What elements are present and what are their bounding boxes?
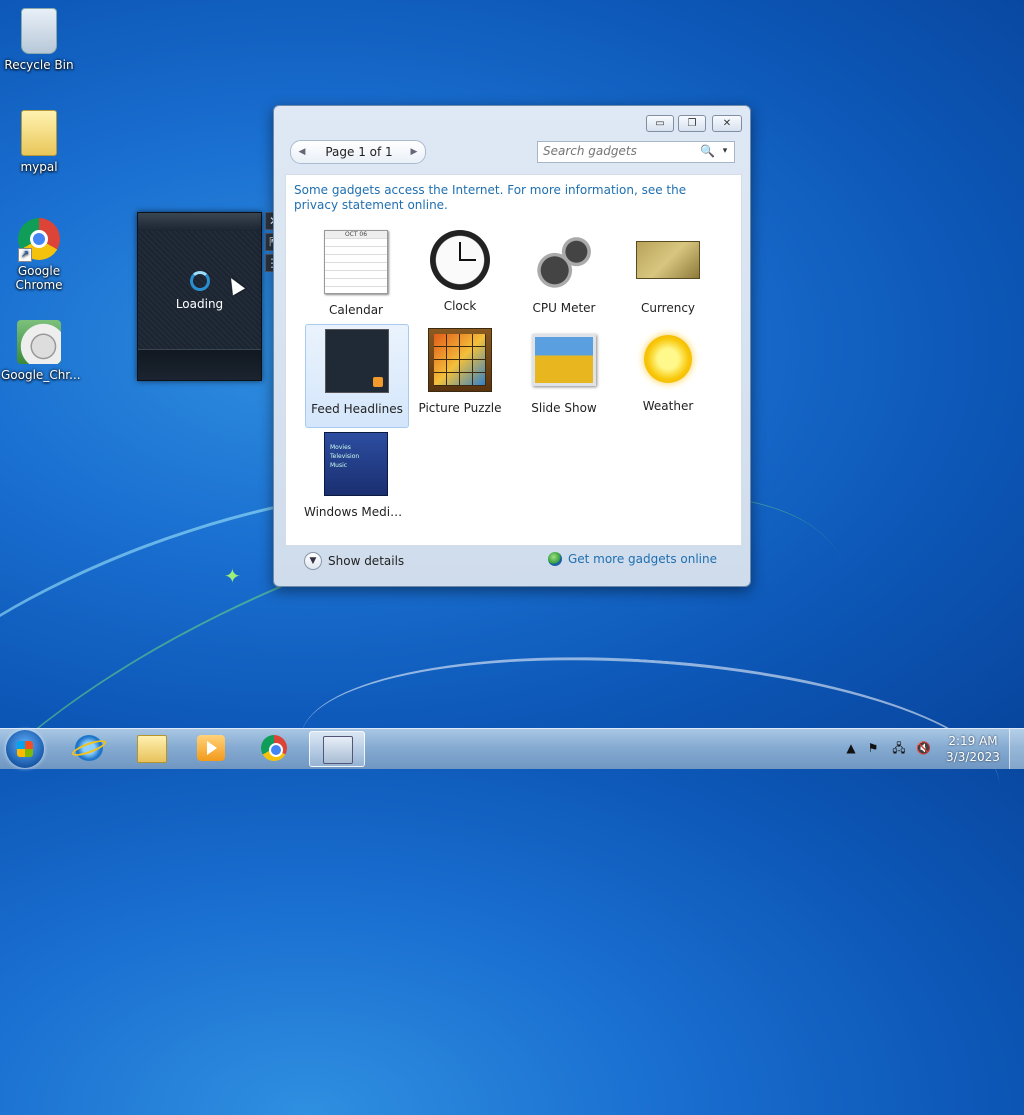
gadget-gallery-window: ▭ ❐ ✕ ◀ Page 1 of 1 ▶ 🔍 ▾ Some gadgets a… <box>273 105 751 587</box>
search-icon[interactable]: 🔍 <box>700 144 715 158</box>
desktop-icon-google-chrome[interactable]: ↗ Google Chrome <box>1 218 77 292</box>
installer-icon <box>17 320 61 364</box>
gadget-label: Clock <box>443 299 477 313</box>
close-button[interactable]: ✕ <box>712 115 742 132</box>
show-desktop-button[interactable] <box>1009 729 1024 769</box>
gadget-bottom-bar <box>138 349 261 380</box>
clock-date: 3/3/2023 <box>946 750 1000 764</box>
get-more-gadgets-link[interactable]: Get more gadgets online <box>547 552 717 566</box>
clock-thumbnail <box>430 230 490 290</box>
shortcut-arrow-icon: ↗ <box>18 248 32 262</box>
loading-gadget[interactable]: Loading <box>137 212 262 381</box>
desktop-icon-mypal[interactable]: mypal <box>1 110 77 174</box>
loading-spinner-icon <box>189 271 210 291</box>
gadget-windows-media-center[interactable]: Movies Television Music Windows Media... <box>304 428 408 532</box>
show-details-label: Show details <box>328 554 405 568</box>
gadget-label: Calendar <box>329 303 383 317</box>
desktop-icon-label: Google_Chr... <box>1 368 81 382</box>
minimize-button[interactable]: ▭ <box>646 115 674 132</box>
chrome-icon <box>261 735 287 761</box>
explorer-icon <box>137 735 167 763</box>
folder-icon <box>21 110 57 156</box>
restore-button[interactable]: ❐ <box>678 115 706 132</box>
gadget-cpu-meter[interactable]: CPU Meter <box>512 226 616 330</box>
calendar-thumbnail-header: OCT 06 <box>325 231 387 238</box>
currency-thumbnail <box>636 241 700 279</box>
search-dropdown-icon[interactable]: ▾ <box>719 144 731 158</box>
clock-time: 2:19 AM <box>948 734 998 748</box>
recycle-bin-icon <box>21 8 57 54</box>
gadget-slide-show[interactable]: Slide Show <box>512 324 616 428</box>
gadget-weather[interactable]: Weather <box>616 324 720 428</box>
desktop-icon-label: mypal <box>20 160 58 174</box>
taskbar-desktop-gadgets[interactable] <box>309 731 365 767</box>
gadget-top-bar <box>138 213 261 231</box>
get-more-gadgets-label: Get more gadgets online <box>567 552 717 566</box>
gadget-label: Weather <box>642 399 694 413</box>
desktop-icon-google-chrome-installer[interactable]: Google_Chr... <box>1 320 81 382</box>
picture-puzzle-thumbnail <box>428 328 492 392</box>
chrome-icon: ↗ <box>18 218 60 262</box>
gadget-label: Feed Headlines <box>311 402 403 416</box>
gadget-label: Currency <box>640 301 696 315</box>
loading-text: Loading <box>175 297 224 311</box>
privacy-notice-link[interactable]: Some gadgets access the Internet. For mo… <box>294 183 714 213</box>
windows-media-center-thumbnail: Movies Television Music <box>324 432 388 496</box>
previous-page-button[interactable]: ◀ <box>294 144 310 160</box>
gadget-clock[interactable]: Clock <box>408 226 512 330</box>
wmc-menu-item: Television <box>330 453 360 460</box>
start-button[interactable] <box>6 730 44 768</box>
show-hidden-icons-button[interactable]: ▲ <box>844 741 858 755</box>
calendar-thumbnail: OCT 06 <box>324 230 388 294</box>
system-clock[interactable]: 2:19 AM 3/3/2023 <box>944 733 1002 765</box>
media-player-icon <box>197 735 225 761</box>
cpu-meter-thumbnail <box>533 230 595 292</box>
desktop-icon-label: Google Chrome <box>15 264 63 292</box>
taskbar-windows-explorer[interactable] <box>124 731 178 765</box>
gadget-calendar[interactable]: OCT 06 Calendar <box>304 226 408 330</box>
taskbar: ▲ ⚑ 🖧 🔇 2:19 AM 3/3/2023 <box>0 728 1024 769</box>
feed-headlines-thumbnail <box>325 329 389 393</box>
ie-icon <box>75 735 103 761</box>
taskbar-google-chrome[interactable] <box>248 731 302 765</box>
next-page-button[interactable]: ▶ <box>406 144 422 160</box>
page-navigator: ◀ Page 1 of 1 ▶ <box>290 140 426 164</box>
taskbar-internet-explorer[interactable] <box>62 731 116 765</box>
volume-muted-icon[interactable]: 🔇 <box>916 741 931 755</box>
gadget-picture-puzzle[interactable]: Picture Puzzle <box>408 324 512 428</box>
puzzle-grid <box>434 334 486 386</box>
desktop-icon-recycle-bin[interactable]: Recycle Bin <box>1 8 77 72</box>
gadget-label: Slide Show <box>531 401 597 415</box>
wallpaper-leaf: ✦ <box>224 564 241 588</box>
slide-show-thumbnail <box>532 334 596 386</box>
gadget-label: Windows Media... <box>304 505 408 519</box>
action-center-flag-icon[interactable]: ⚑ <box>866 741 880 755</box>
search-box: 🔍 ▾ <box>537 141 735 163</box>
gadgets-icon <box>323 736 353 764</box>
taskbar-media-player[interactable] <box>184 731 238 765</box>
chevron-down-icon: ▼ <box>304 552 322 570</box>
show-details-toggle[interactable]: ▼ Show details <box>304 552 404 570</box>
search-input[interactable] <box>538 142 693 160</box>
globe-icon <box>547 552 562 566</box>
gadget-label: Picture Puzzle <box>418 401 502 415</box>
gadget-feed-headlines[interactable]: Feed Headlines <box>305 324 409 428</box>
gadget-currency[interactable]: Currency <box>616 226 720 330</box>
page-indicator: Page 1 of 1 <box>325 145 393 159</box>
weather-thumbnail <box>644 335 692 383</box>
network-icon[interactable]: 🖧 <box>892 741 906 755</box>
wmc-menu-item: Music <box>330 462 348 469</box>
wmc-menu-item: Movies <box>330 444 351 451</box>
desktop-icon-label: Recycle Bin <box>4 58 74 72</box>
gadget-label: CPU Meter <box>532 301 596 315</box>
